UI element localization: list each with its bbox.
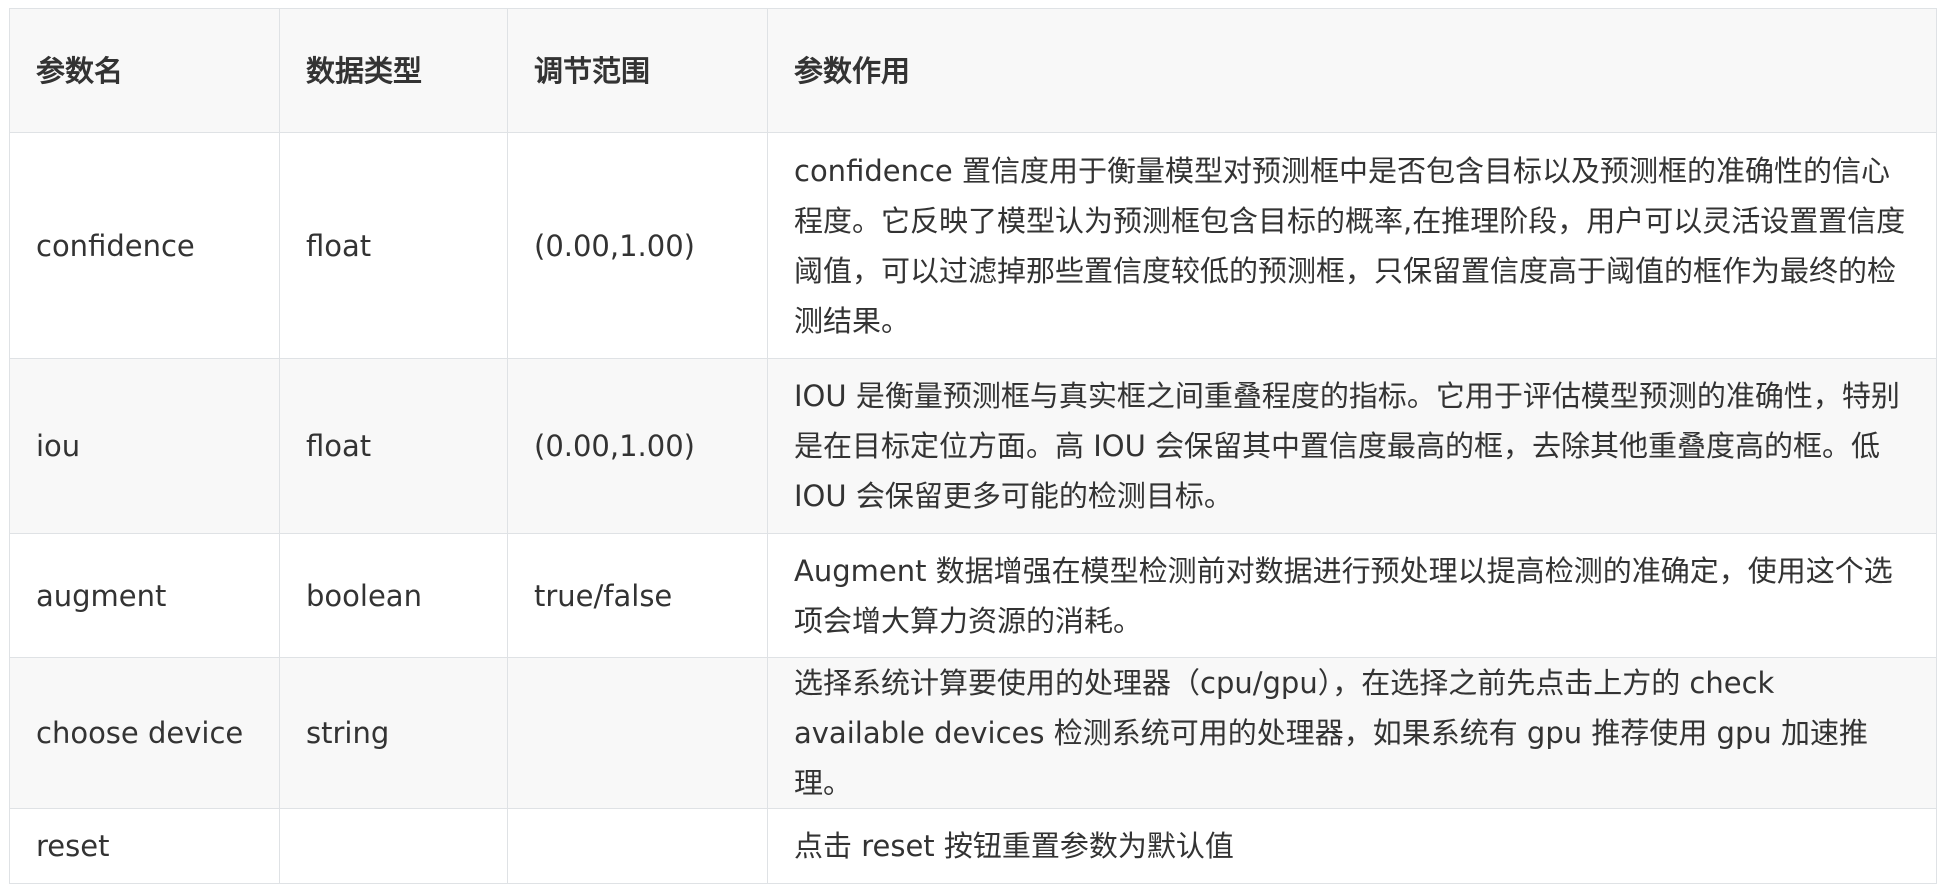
header-range: 调节范围: [507, 8, 768, 133]
header-description: 参数作用: [767, 8, 1937, 133]
header-param-name: 参数名: [9, 8, 280, 133]
cell-data-type: string: [279, 657, 508, 809]
table-row: iou float (0.00,1.00) IOU 是衡量预测框与真实框之间重叠…: [9, 358, 1937, 534]
table-header: 参数名 数据类型 调节范围 参数作用: [9, 8, 1937, 133]
cell-param-name: augment: [9, 533, 280, 658]
cell-param-name: iou: [9, 358, 280, 534]
cell-data-type: float: [279, 358, 508, 534]
table-row: confidence float (0.00,1.00) confidence …: [9, 132, 1937, 359]
cell-range: (0.00,1.00): [507, 358, 768, 534]
cell-range: true/false: [507, 533, 768, 658]
cell-description: confidence 置信度用于衡量模型对预测框中是否包含目标以及预测框的准确性…: [767, 132, 1937, 359]
cell-description: 点击 reset 按钮重置参数为默认值: [767, 808, 1937, 884]
table-row: reset 点击 reset 按钮重置参数为默认值: [9, 808, 1937, 884]
header-row: 参数名 数据类型 调节范围 参数作用: [9, 8, 1937, 133]
cell-param-name: reset: [9, 808, 280, 884]
table-row: choose device string 选择系统计算要使用的处理器（cpu/g…: [9, 657, 1937, 809]
cell-description: IOU 是衡量预测框与真实框之间重叠程度的指标。它用于评估模型预测的准确性，特别…: [767, 358, 1937, 534]
cell-data-type: boolean: [279, 533, 508, 658]
cell-data-type: [279, 808, 508, 884]
header-data-type: 数据类型: [279, 8, 508, 133]
cell-param-name: choose device: [9, 657, 280, 809]
cell-description: 选择系统计算要使用的处理器（cpu/gpu），在选择之前先点击上方的 check…: [767, 657, 1937, 809]
table-row: augment boolean true/false Augment 数据增强在…: [9, 533, 1937, 658]
table-body: confidence float (0.00,1.00) confidence …: [9, 132, 1937, 884]
cell-param-name: confidence: [9, 132, 280, 359]
cell-range: [507, 808, 768, 884]
parameter-table: 参数名 数据类型 调节范围 参数作用 confidence float (0.0…: [9, 8, 1937, 884]
cell-range: (0.00,1.00): [507, 132, 768, 359]
cell-description: Augment 数据增强在模型检测前对数据进行预处理以提高检测的准确定，使用这个…: [767, 533, 1937, 658]
cell-range: [507, 657, 768, 809]
cell-data-type: float: [279, 132, 508, 359]
